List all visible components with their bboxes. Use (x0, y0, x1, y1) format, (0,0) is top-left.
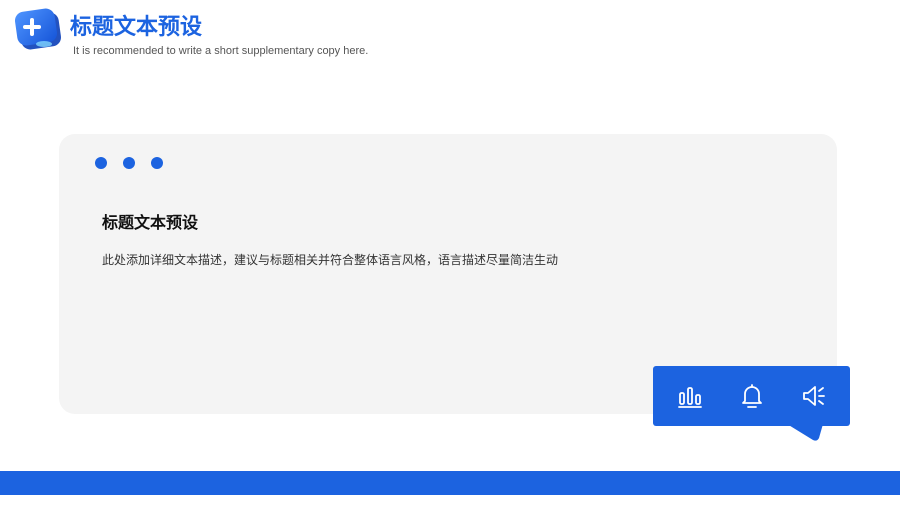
page-title: 标题文本预设 (70, 14, 203, 39)
bell-button[interactable] (736, 380, 768, 412)
bell-icon (742, 384, 762, 408)
bar-chart-icon (678, 387, 702, 408)
dot-1 (95, 157, 107, 169)
card-title: 标题文本预设 (102, 215, 199, 232)
logo-plus-icon (14, 8, 64, 52)
speaker-button[interactable] (798, 380, 830, 412)
speaker-icon (803, 386, 825, 406)
dot-2 (123, 157, 135, 169)
action-toolbar (653, 366, 850, 426)
page-subtitle: It is recommended to write a short suppl… (73, 45, 369, 57)
footer-bar (0, 471, 900, 495)
window-dots (95, 157, 163, 169)
bar-chart-button[interactable] (674, 380, 706, 412)
dot-3 (151, 157, 163, 169)
card-description: 此处添加详细文本描述，建议与标题相关并符合整体语言风格，语言描述尽量简洁生动 (102, 253, 559, 267)
toolbar-pointer (787, 424, 823, 441)
